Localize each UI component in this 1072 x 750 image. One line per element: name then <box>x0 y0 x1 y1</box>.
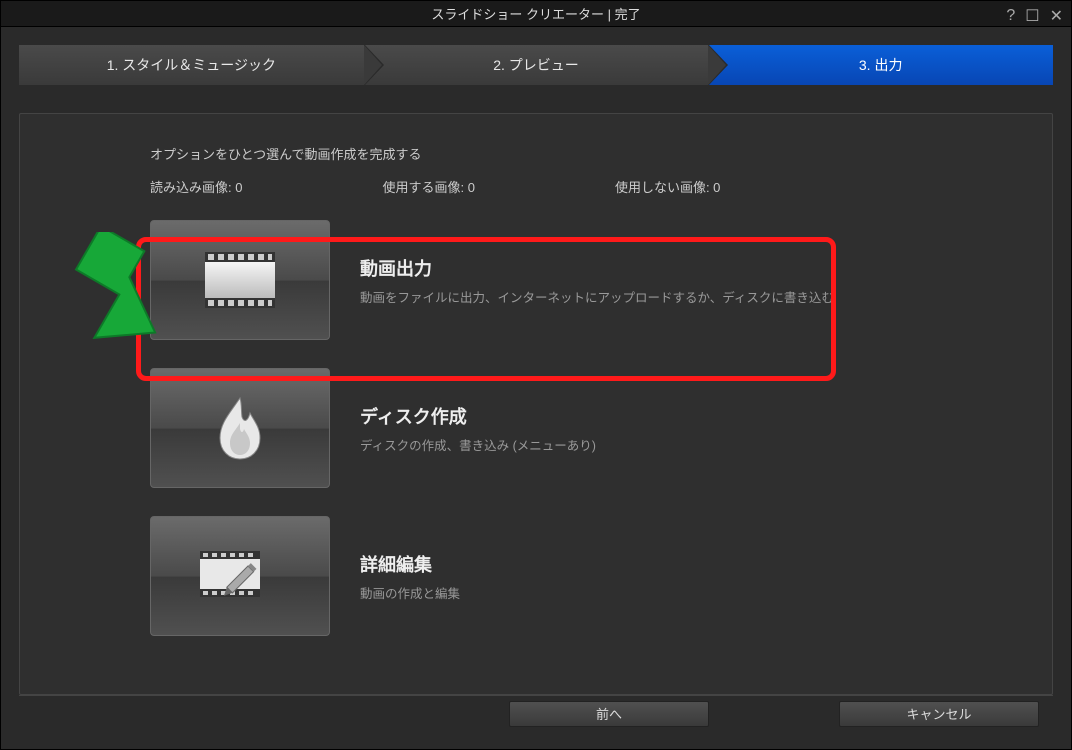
count-loaded: 読み込み画像: 0 <box>150 177 242 196</box>
cancel-button[interactable]: キャンセル <box>839 701 1039 727</box>
titlebar: スライドショー クリエーター | 完了 ? ☐ ✕ <box>1 1 1071 27</box>
option-title: ディスク作成 <box>360 403 596 429</box>
button-label: キャンセル <box>906 704 971 723</box>
option-video-output[interactable]: 動画出力 動画をファイルに出力、インターネットにアップロードするか、ディスクに書… <box>150 220 1022 340</box>
count-used: 使用する画像: 0 <box>382 177 474 196</box>
option-text: ディスク作成 ディスクの作成、書き込み (メニューあり) <box>360 403 596 454</box>
film-icon <box>205 252 275 308</box>
option-desc: 動画の作成と編集 <box>360 583 460 602</box>
app-window: スライドショー クリエーター | 完了 ? ☐ ✕ 1. スタイル＆ミュージック… <box>0 0 1072 750</box>
option-title: 動画出力 <box>360 255 834 281</box>
prev-button[interactable]: 前へ <box>509 701 709 727</box>
window-controls: ? ☐ ✕ <box>1006 1 1063 31</box>
button-label: 前へ <box>596 704 622 723</box>
step-output[interactable]: 3. 出力 <box>708 45 1053 85</box>
close-icon[interactable]: ✕ <box>1050 6 1063 26</box>
advanced-edit-tile <box>150 516 330 636</box>
count-unused: 使用しない画像: 0 <box>615 177 720 196</box>
footer-bar: 前へ キャンセル <box>19 695 1053 731</box>
window-title: スライドショー クリエーター | 完了 <box>431 4 640 23</box>
wizard-steps: 1. スタイル＆ミュージック 2. プレビュー 3. 出力 <box>19 45 1053 85</box>
flame-icon <box>210 393 270 463</box>
maximize-icon[interactable]: ☐ <box>1025 6 1039 26</box>
step-preview[interactable]: 2. プレビュー <box>364 45 709 85</box>
option-text: 動画出力 動画をファイルに出力、インターネットにアップロードするか、ディスクに書… <box>360 255 834 306</box>
step-label: 1. スタイル＆ミュージック <box>107 55 276 75</box>
option-disc-create[interactable]: ディスク作成 ディスクの作成、書き込み (メニューあり) <box>150 368 1022 488</box>
option-title: 詳細編集 <box>360 551 460 577</box>
option-advanced-edit[interactable]: 詳細編集 動画の作成と編集 <box>150 516 1022 636</box>
option-text: 詳細編集 動画の作成と編集 <box>360 551 460 602</box>
step-label: 2. プレビュー <box>493 55 579 75</box>
help-icon[interactable]: ? <box>1006 7 1015 25</box>
content-area: 1. スタイル＆ミュージック 2. プレビュー 3. 出力 オプションをひとつ選… <box>1 27 1071 749</box>
main-panel: オプションをひとつ選んで動画作成を完成する 読み込み画像: 0 使用する画像: … <box>19 113 1053 695</box>
video-output-tile <box>150 220 330 340</box>
disc-create-tile <box>150 368 330 488</box>
image-counts: 読み込み画像: 0 使用する画像: 0 使用しない画像: 0 <box>150 177 1022 196</box>
film-edit-icon <box>200 546 280 606</box>
step-style-music[interactable]: 1. スタイル＆ミュージック <box>19 45 364 85</box>
option-desc: ディスクの作成、書き込み (メニューあり) <box>360 435 596 454</box>
instruction-text: オプションをひとつ選んで動画作成を完成する <box>150 144 1022 163</box>
option-desc: 動画をファイルに出力、インターネットにアップロードするか、ディスクに書き込む <box>360 287 834 306</box>
step-label: 3. 出力 <box>859 55 903 75</box>
